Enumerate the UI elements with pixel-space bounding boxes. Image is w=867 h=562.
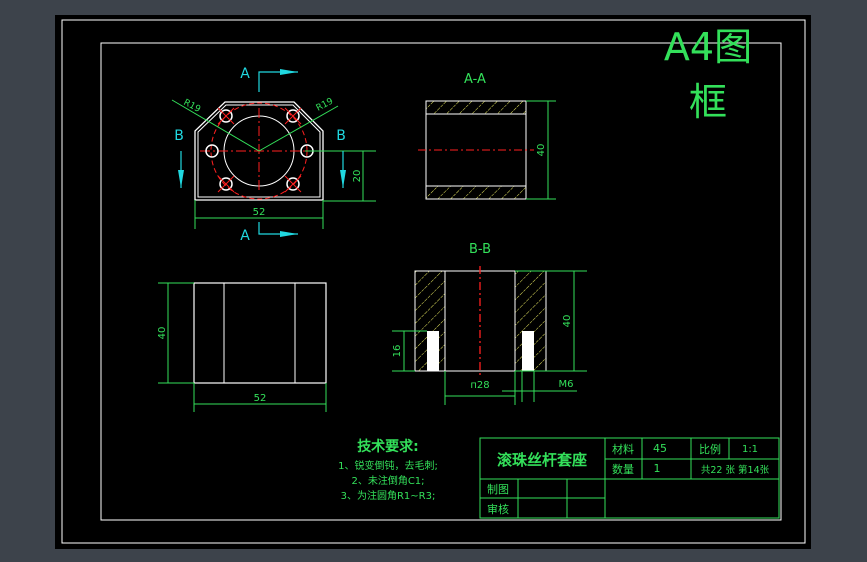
bb-height-dim: 40 [562, 315, 573, 328]
note-item: 1、锐变倒钝，去毛刺; [338, 459, 438, 472]
front-width-dim: 52 [254, 393, 267, 404]
section-a-top-label: A [240, 66, 250, 82]
bb-bore-dim: п28 [470, 380, 489, 391]
bb-thread-dim: M6 [559, 379, 574, 390]
note-item: 2、未注倒角C1; [351, 474, 424, 487]
sheet-count: 共22 张 第14张 [701, 464, 770, 476]
aa-height-dim: 40 [536, 144, 547, 157]
top-height-dim: 20 [352, 170, 363, 183]
front-height-dim: 40 [157, 327, 168, 340]
section-bb-title: B-B [469, 242, 491, 257]
drawn-by-label: 制图 [487, 483, 509, 496]
frame-title-line1: A4图 [664, 25, 752, 69]
cad-drawing-canvas: A4图 框 R19 R19 52 20 A A B B A-A 40 40 52… [55, 15, 811, 549]
part-name: 滚珠丝杆套座 [497, 451, 587, 469]
quantity-label: 数量 [612, 463, 634, 476]
section-b-right-label: B [336, 128, 346, 144]
material-value: 45 [653, 442, 667, 455]
top-width-dim: 52 [253, 207, 266, 218]
scale-value: 1:1 [742, 444, 758, 455]
notes-title: 技术要求: [357, 438, 419, 455]
frame-title-line2: 框 [689, 80, 727, 124]
section-aa-title: A-A [464, 72, 486, 87]
quantity-value: 1 [654, 462, 661, 475]
scale-label: 比例 [699, 442, 721, 456]
note-item: 3、为注圆角R1~R3; [341, 489, 436, 502]
section-b-left-label: B [174, 128, 184, 144]
material-label: 材料 [612, 442, 634, 456]
bb-thread-depth-dim: 16 [392, 345, 403, 358]
checked-by-label: 审核 [487, 502, 509, 516]
section-a-bottom-label: A [240, 228, 250, 244]
